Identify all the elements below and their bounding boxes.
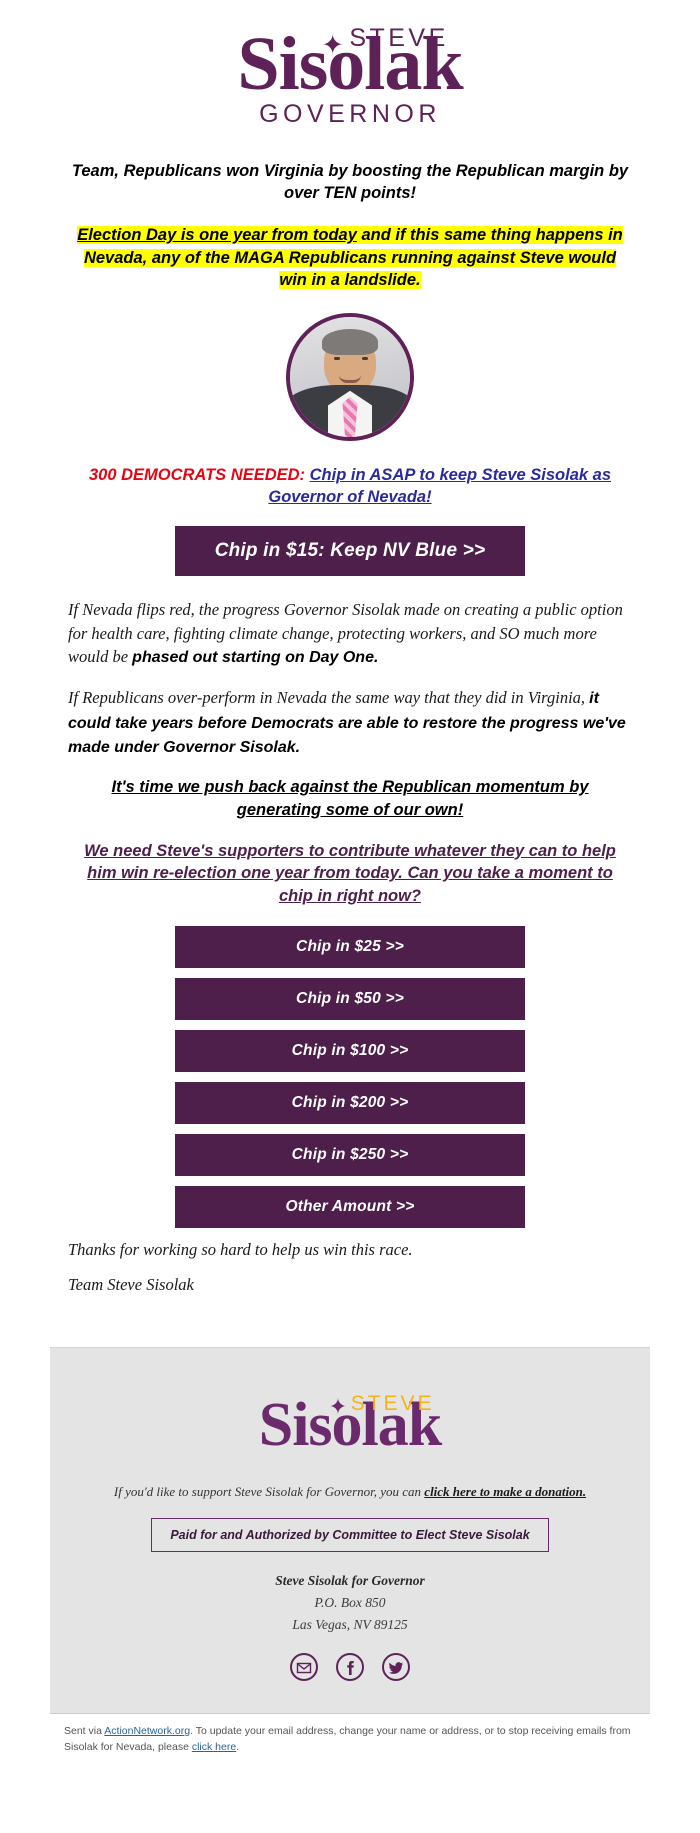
thanks-text: Thanks for working so hard to help us wi… (68, 1239, 413, 1259)
star-icon: ✦ (321, 30, 344, 60)
avatar-eye-right (362, 356, 368, 360)
footer-star-icon: ✦ (328, 1394, 348, 1420)
paid-for-disclosure: Paid for and Authorized by Committee to … (151, 1518, 549, 1553)
hero-donate-button[interactable]: Chip in $15: Keep NV Blue >> (175, 526, 525, 577)
donate-button-100[interactable]: Chip in $100 >> (175, 1029, 525, 1072)
footer-logo: ✦ STEVE Sisolak (259, 1392, 443, 1456)
email-header: ✦ STEVE Sisolak GOVERNOR (50, 0, 650, 149)
campaign-address: Steve Sisolak for Governor P.O. Box 850 … (74, 1570, 626, 1635)
footer-support-line: If you'd like to support Steve Sisolak f… (74, 1484, 626, 1500)
address-line-1: P.O. Box 850 (314, 1594, 386, 1610)
democrats-needed-text: 300 DEMOCRATS NEEDED: (88, 465, 306, 484)
action-network-link[interactable]: ActionNetwork.org (104, 1725, 190, 1737)
highlight-underlined-text: Election Day is one year from today (77, 226, 357, 245)
donation-button-ladder: Chip in $25 >> Chip in $50 >> Chip in $1… (68, 925, 632, 1228)
portrait-container (68, 312, 632, 446)
donate-button-other[interactable]: Other Amount >> (175, 1185, 525, 1228)
headline-text: Team, Republicans won Virginia by boosti… (71, 161, 629, 202)
email-icon[interactable] (289, 1653, 318, 1682)
email-content: Team, Republicans won Virginia by boosti… (50, 161, 650, 1347)
campaign-logo: ✦ STEVE Sisolak GOVERNOR (237, 26, 463, 127)
avatar-eye-left (334, 356, 340, 360)
logo-steve-text: STEVE (349, 24, 449, 52)
disclaimer-prefix: Sent via (64, 1725, 105, 1738)
twitter-icon[interactable] (382, 1653, 411, 1682)
footer-donation-link[interactable]: click here to make a donation. (424, 1484, 586, 1499)
body-paragraph-1: If Nevada flips red, the progress Govern… (68, 598, 632, 670)
paragraph-2-text: If Republicans over-perform in Nevada th… (68, 687, 590, 707)
email-page: ✦ STEVE Sisolak GOVERNOR Team, Republica… (0, 0, 700, 1833)
signature-text: Team Steve Sisolak (68, 1274, 194, 1294)
donate-button-250[interactable]: Chip in $250 >> (175, 1133, 525, 1176)
address-line-2: Las Vegas, NV 89125 (292, 1616, 408, 1632)
donate-button-200[interactable]: Chip in $200 >> (175, 1081, 525, 1124)
highlight-paragraph: Election Day is one year from today and … (68, 224, 632, 290)
emphasis-line-1: It's time we push back against the Repub… (111, 778, 589, 819)
candidate-avatar (286, 312, 414, 441)
committee-name: Steve Sisolak for Governor (275, 1573, 425, 1589)
donate-button-25[interactable]: Chip in $25 >> (175, 925, 525, 968)
email-footer: ✦ STEVE Sisolak If you'd like to support… (50, 1347, 650, 1714)
avatar-hair (322, 328, 378, 355)
footer-disclaimer: Sent via ActionNetwork.org. To update yo… (50, 1713, 650, 1770)
disclaimer-suffix: . (236, 1740, 240, 1753)
facebook-icon[interactable] (336, 1653, 364, 1682)
body-paragraph-2: If Republicans over-perform in Nevada th… (68, 686, 632, 760)
footer-support-text: If you'd like to support Steve Sisolak f… (113, 1484, 425, 1500)
paragraph-1-emphasis: phased out starting on Day One. (132, 649, 379, 667)
logo-wordmark-row: ✦ STEVE Sisolak (237, 26, 463, 103)
donation-ask-line: 300 DEMOCRATS NEEDED: Chip in ASAP to ke… (68, 464, 632, 509)
donate-button-50[interactable]: Chip in $50 >> (175, 977, 525, 1020)
emphasis-line-2: We need Steve's supporters to contribute… (84, 841, 616, 906)
email-body: ✦ STEVE Sisolak GOVERNOR Team, Republica… (50, 0, 650, 1770)
chip-in-asap-link[interactable]: Chip in ASAP to keep Steve Sisolak as Go… (268, 466, 611, 506)
social-links (74, 1653, 626, 1682)
unsubscribe-link[interactable]: click here (192, 1741, 236, 1753)
content-bottom-spacer (68, 1307, 632, 1347)
footer-logo-steve-text: STEVE (350, 1392, 435, 1416)
